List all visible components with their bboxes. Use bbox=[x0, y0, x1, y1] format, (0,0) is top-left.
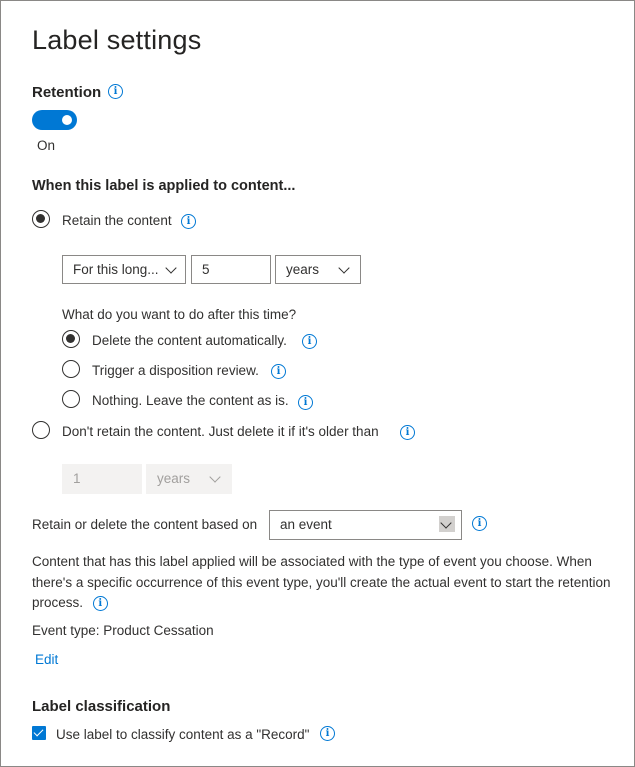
after-option-review-info-icon[interactable]: i bbox=[271, 364, 286, 379]
delete-unit-select[interactable]: years bbox=[146, 464, 232, 494]
based-on-info-icon[interactable]: i bbox=[472, 516, 487, 531]
record-checkbox-label: Use label to classify content as a "Reco… bbox=[56, 727, 310, 742]
event-description: Content that has this label applied will… bbox=[32, 552, 616, 614]
retention-heading: Retention bbox=[32, 84, 101, 101]
page-title: Label settings bbox=[32, 25, 202, 55]
retention-toggle-state: On bbox=[37, 138, 56, 153]
retention-heading-text: Retention bbox=[32, 84, 102, 101]
duration-value: 5 bbox=[202, 262, 210, 277]
applied-heading: When this label is applied to content... bbox=[32, 178, 296, 194]
event-description-info-icon[interactable]: i bbox=[92, 595, 108, 611]
toggle-knob bbox=[62, 115, 72, 125]
delete-value: 1 bbox=[73, 471, 81, 486]
retention-toggle[interactable] bbox=[32, 110, 77, 130]
after-option-review-radio[interactable] bbox=[62, 360, 80, 378]
based-on-select[interactable]: an event bbox=[269, 510, 462, 540]
chevron-down-icon bbox=[338, 262, 350, 274]
chevron-down-icon bbox=[165, 262, 177, 274]
delete-content-label: Don't retain the content. Just delete it… bbox=[62, 424, 379, 439]
duration-unit-select[interactable]: years bbox=[275, 255, 361, 284]
classification-heading: Label classification bbox=[32, 698, 171, 715]
delete-unit-value: years bbox=[157, 471, 191, 486]
duration-select[interactable]: For this long... bbox=[62, 255, 186, 284]
after-option-nothing-label: Nothing. Leave the content as is. bbox=[92, 393, 289, 408]
duration-select-value: For this long... bbox=[73, 262, 159, 277]
delete-content-radio[interactable] bbox=[32, 421, 50, 439]
record-checkbox[interactable] bbox=[32, 726, 46, 740]
retain-content-label: Retain the content bbox=[62, 213, 172, 228]
duration-unit-value: years bbox=[286, 262, 320, 277]
retention-info-icon[interactable]: i bbox=[108, 84, 123, 99]
based-on-value: an event bbox=[280, 517, 332, 532]
after-option-delete-info-icon[interactable]: i bbox=[302, 334, 317, 349]
record-info-icon[interactable]: i bbox=[320, 726, 335, 741]
after-question: What do you want to do after this time? bbox=[62, 307, 297, 322]
edit-link[interactable]: Edit bbox=[35, 652, 58, 667]
retain-content-info-icon[interactable]: i bbox=[181, 214, 196, 229]
retain-content-radio[interactable] bbox=[32, 210, 50, 228]
event-type: Event type: Product Cessation bbox=[32, 623, 214, 638]
after-option-nothing-info-icon[interactable]: i bbox=[298, 395, 313, 410]
based-on-label: Retain or delete the content based on bbox=[32, 517, 258, 532]
after-option-delete-radio[interactable] bbox=[62, 330, 80, 348]
after-option-delete-label: Delete the content automatically. bbox=[92, 333, 287, 348]
after-option-nothing-radio[interactable] bbox=[62, 390, 80, 408]
delete-content-info-icon[interactable]: i bbox=[400, 425, 415, 440]
duration-value-input[interactable]: 5 bbox=[191, 255, 271, 284]
chevron-down-icon bbox=[209, 471, 221, 483]
event-description-text: Content that has this label applied will… bbox=[32, 554, 611, 610]
delete-value-input[interactable]: 1 bbox=[62, 464, 142, 494]
after-option-review-label: Trigger a disposition review. bbox=[92, 363, 259, 378]
